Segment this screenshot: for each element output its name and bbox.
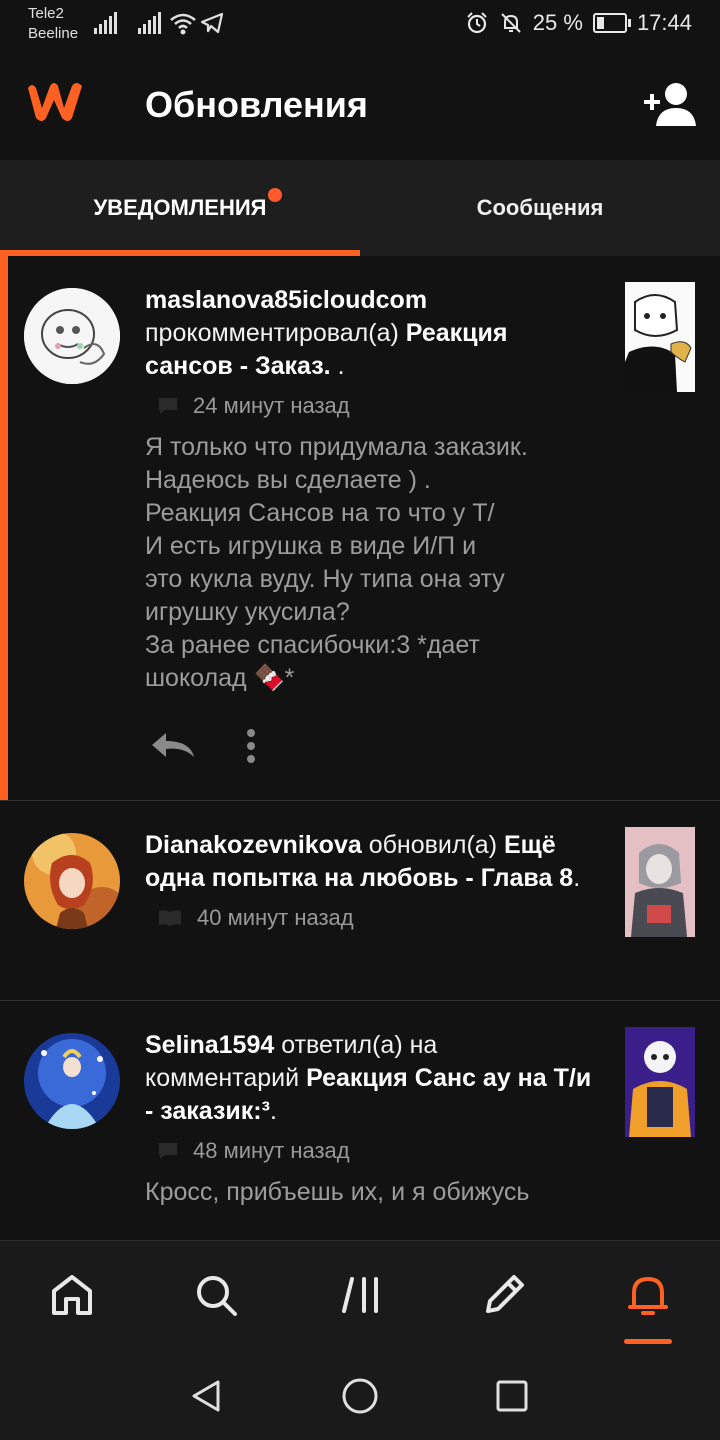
active-nav-indicator bbox=[624, 1339, 672, 1344]
timestamp: 24 минут назад bbox=[193, 393, 350, 418]
tab-notifications[interactable]: УВЕДОМЛЕНИЯ bbox=[0, 160, 360, 256]
notification-headline: maslanova85icloudcom прокомментировал(а)… bbox=[145, 284, 595, 383]
battery-icon bbox=[592, 13, 631, 33]
book-icon bbox=[159, 910, 181, 926]
username[interactable]: Dianakozevnikova bbox=[145, 831, 362, 859]
avatar-image bbox=[24, 288, 120, 384]
comment-line: игрушку укусила? bbox=[145, 598, 350, 626]
username[interactable]: Selina1594 bbox=[145, 1031, 274, 1059]
story-cover[interactable] bbox=[625, 827, 695, 937]
bottom-navigation bbox=[0, 1240, 720, 1353]
comment-icon bbox=[159, 398, 177, 414]
status-bar: Tele2 Beeline 25 % 17:44 bbox=[0, 0, 720, 52]
add-user-icon[interactable] bbox=[642, 80, 698, 128]
action-text: обновил(а) bbox=[361, 831, 504, 859]
signal-icon bbox=[138, 12, 161, 34]
comment-line: За ранее спасибочки:3 *дает bbox=[145, 631, 480, 659]
carrier-2: Beeline bbox=[28, 25, 79, 42]
story-cover-image bbox=[625, 827, 695, 937]
avatar[interactable] bbox=[24, 288, 120, 384]
tab-bar: УВЕДОМЛЕНИЯ Сообщения bbox=[0, 160, 720, 256]
comment-line: это кукла вуду. Ну типа она эту bbox=[145, 565, 505, 593]
timestamp: 48 минут назад bbox=[193, 1138, 350, 1163]
comment-text: Кросс, прибъешь их, и я обижусь bbox=[145, 1178, 530, 1206]
comment-line: Я только что придумала заказик. bbox=[145, 433, 528, 461]
more-options-icon[interactable] bbox=[244, 728, 258, 764]
tab-notifications-label: УВЕДОМЛЕНИЯ bbox=[93, 195, 267, 220]
notifications-icon[interactable] bbox=[624, 1271, 672, 1319]
reply-icon[interactable] bbox=[150, 731, 196, 761]
comment-line: Реакция Сансов на то что у Т/ bbox=[145, 499, 495, 527]
home-icon[interactable] bbox=[48, 1271, 96, 1319]
notification-headline: Selina1594 ответил(а) на комментарий Реа… bbox=[145, 1029, 595, 1128]
comment-line: И есть игрушка в виде И/П и bbox=[145, 532, 477, 560]
telegram-icon bbox=[200, 12, 224, 34]
carrier-labels: Tele2 Beeline bbox=[28, 4, 78, 44]
back-icon[interactable] bbox=[188, 1378, 224, 1414]
notification-meta: 24 минут назад bbox=[157, 393, 595, 419]
story-cover[interactable] bbox=[625, 282, 695, 392]
avatar-image bbox=[24, 833, 120, 929]
notification-actions bbox=[150, 728, 258, 764]
write-icon[interactable] bbox=[480, 1271, 528, 1319]
story-cover-image bbox=[625, 1027, 695, 1137]
unread-badge bbox=[268, 188, 282, 202]
system-navigation bbox=[0, 1352, 720, 1440]
tab-messages[interactable]: Сообщения bbox=[360, 160, 720, 256]
notification-content: maslanova85icloudcom прокомментировал(а)… bbox=[145, 284, 595, 695]
notification-meta: 40 минут назад bbox=[157, 905, 595, 931]
search-icon[interactable] bbox=[192, 1271, 240, 1319]
notification-content: Selina1594 ответил(а) на комментарий Реа… bbox=[145, 1029, 595, 1209]
clock: 17:44 bbox=[636, 10, 692, 35]
comment-line: Надеюсь вы сделаете ) . bbox=[145, 466, 431, 494]
headline-suffix: . bbox=[330, 352, 345, 380]
alarm-icon bbox=[467, 12, 487, 34]
avatar[interactable] bbox=[24, 833, 120, 929]
action-text: прокомментировал(а) bbox=[145, 319, 406, 347]
comment-icon bbox=[159, 1143, 177, 1159]
comment-line: шоколад 🍫* bbox=[145, 664, 295, 692]
notification-meta: 48 минут назад bbox=[157, 1138, 595, 1164]
notification-feed: maslanova85icloudcom прокомментировал(а)… bbox=[0, 256, 720, 1241]
avatar[interactable] bbox=[24, 1033, 120, 1129]
headline-suffix: . bbox=[269, 1097, 277, 1125]
page-title: Обновления bbox=[145, 84, 368, 125]
wattpad-logo[interactable] bbox=[22, 78, 88, 126]
headline-suffix: . bbox=[573, 864, 581, 892]
library-icon[interactable] bbox=[338, 1271, 386, 1319]
recents-icon[interactable] bbox=[495, 1379, 529, 1413]
username[interactable]: maslanova85icloudcom bbox=[145, 286, 427, 314]
story-cover[interactable] bbox=[625, 1027, 695, 1137]
home-circle-icon[interactable] bbox=[341, 1377, 379, 1415]
notification-headline: Dianakozevnikova обновил(а) Ещё одна поп… bbox=[145, 829, 595, 895]
carrier-1: Tele2 bbox=[28, 5, 64, 22]
notification-item[interactable]: Selina1594 ответил(а) на комментарий Реа… bbox=[0, 1001, 720, 1241]
app-header: Обновления bbox=[0, 52, 720, 160]
notification-content: Dianakozevnikova обновил(а) Ещё одна поп… bbox=[145, 829, 595, 931]
wifi-icon bbox=[170, 13, 196, 35]
avatar-image bbox=[24, 1033, 120, 1129]
notification-item[interactable]: maslanova85icloudcom прокомментировал(а)… bbox=[0, 256, 720, 801]
tab-messages-label: Сообщения bbox=[476, 195, 604, 220]
battery-percent: 25 % bbox=[532, 10, 583, 35]
timestamp: 40 минут назад bbox=[197, 905, 354, 930]
status-right: 25 % 17:44 bbox=[465, 10, 692, 36]
comment-text: Я только что придумала заказик. Надеюсь … bbox=[145, 431, 595, 695]
signal-icon bbox=[94, 12, 117, 34]
notification-item[interactable]: Dianakozevnikova обновил(а) Ещё одна поп… bbox=[0, 801, 720, 1001]
mute-icon bbox=[501, 13, 521, 33]
story-cover-image bbox=[625, 282, 695, 392]
